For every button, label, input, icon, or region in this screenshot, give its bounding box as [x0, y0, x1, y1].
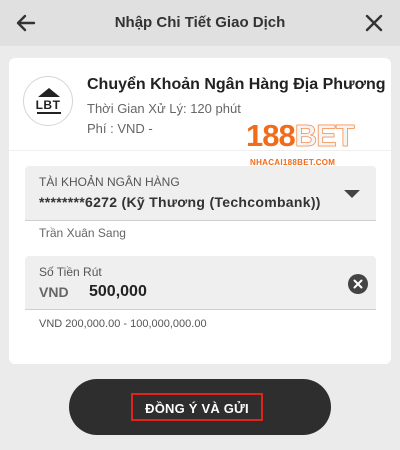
submit-label: ĐỒNG Ý VÀ GỬI: [145, 401, 249, 416]
brand-watermark: 188BET NHACAI188BET.COM: [246, 118, 390, 176]
brand-logo: 188BET: [246, 118, 355, 154]
withdraw-amount-field[interactable]: Số Tiền Rút VND 500,000: [25, 256, 376, 310]
close-icon[interactable]: [362, 11, 386, 35]
fee-text: Phí : VND -: [87, 121, 153, 136]
amount-range-hint: VND 200,000.00 - 100,000,000.00: [39, 318, 207, 330]
amount-label: Số Tiền Rút: [39, 265, 102, 279]
bank-logo: LBT: [23, 76, 73, 126]
caret-down-icon[interactable]: [344, 190, 360, 198]
processing-time: Thời Gian Xử Lý: 120 phút: [87, 101, 241, 116]
method-name: Chuyển Khoản Ngân Hàng Địa Phương: [87, 76, 386, 93]
transaction-card: LBT Chuyển Khoản Ngân Hàng Địa Phương Th…: [9, 58, 391, 364]
amount-input[interactable]: 500,000: [89, 283, 147, 301]
account-holder-name: Trần Xuân Sang: [39, 226, 126, 240]
bank-account-label: TÀI KHOẢN NGÂN HÀNG: [39, 175, 180, 189]
clear-icon[interactable]: [348, 274, 368, 294]
bank-logo-text: LBT: [35, 98, 61, 112]
submit-highlight-box: ĐỒNG Ý VÀ GỬI: [131, 393, 263, 421]
page-title: Nhập Chi Tiết Giao Dịch: [114, 14, 286, 31]
currency-code: VND: [39, 284, 69, 300]
header-bar: Nhập Chi Tiết Giao Dịch: [0, 0, 400, 46]
bank-account-value: ********6272 (Kỹ Thương (Techcombank)): [39, 194, 321, 210]
submit-button[interactable]: ĐỒNG Ý VÀ GỬI: [69, 379, 331, 435]
brand-domain: NHACAI188BET.COM: [250, 158, 336, 167]
